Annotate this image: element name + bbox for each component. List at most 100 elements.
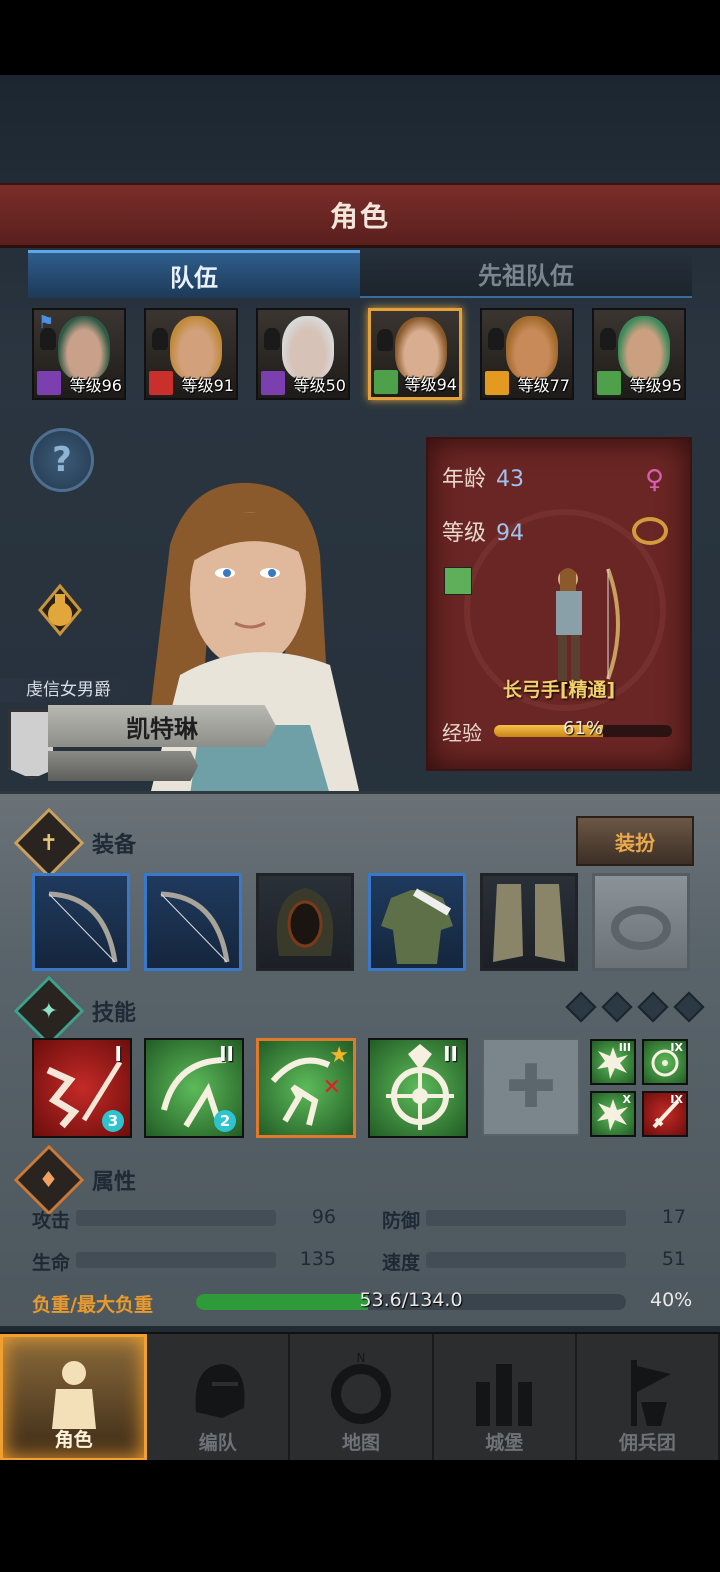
exp-percent: 61%	[562, 718, 603, 739]
hero-rank: 虔信女男爵	[0, 678, 150, 702]
skill-rank: II	[443, 1042, 458, 1066]
target-icon[interactable]: II	[368, 1038, 468, 1138]
skill-slot-diamond	[673, 991, 705, 1023]
nav-map[interactable]: N 地图	[290, 1334, 434, 1461]
nav-mercenary[interactable]: 佣兵团	[577, 1334, 720, 1461]
attack-value: 96	[311, 1206, 336, 1228]
nav-formation[interactable]: 编队	[147, 1334, 291, 1461]
stat-bar	[426, 1252, 626, 1268]
dress-up-button[interactable]: 装扮	[576, 816, 694, 866]
sword-icon[interactable]: IX	[642, 1091, 688, 1137]
party-member-portrait[interactable]: 等级95	[592, 308, 686, 400]
weight-percent: 40%	[650, 1289, 693, 1311]
silhouette-icon	[152, 328, 168, 350]
class-icon	[36, 370, 62, 396]
knight-icon	[51, 1361, 96, 1429]
equipment-title: 装备	[92, 833, 137, 858]
skill-rank: I	[114, 1042, 122, 1066]
attributes-section-icon: ♦	[13, 1144, 85, 1216]
burst-icon[interactable]: III	[590, 1039, 636, 1085]
empty-skill-slot[interactable]: ✚	[482, 1038, 580, 1136]
party-member-portrait[interactable]: 等级77	[480, 308, 574, 400]
skills-header: ✦ 技能	[13, 975, 136, 1047]
passive-rank: X	[622, 1093, 631, 1106]
help-button[interactable]: ?	[30, 428, 94, 492]
stat-label: 速度	[382, 1248, 420, 1275]
castle-icon	[476, 1364, 533, 1426]
hood-icon[interactable]	[256, 873, 354, 971]
stat-label: 防御	[382, 1206, 420, 1233]
stat-bar	[76, 1252, 276, 1268]
hero-face	[506, 316, 558, 380]
boots-icon[interactable]	[480, 873, 578, 971]
skill-slot-diamond	[637, 991, 669, 1023]
party-member-level: 等级96	[69, 376, 122, 395]
nav-label: 角色	[54, 1429, 93, 1451]
nav-label: 编队	[198, 1432, 237, 1454]
passive-rank: III	[618, 1041, 631, 1054]
hero-portrait	[150, 482, 360, 795]
archer-sprite	[543, 568, 620, 689]
page-title-bar: 角色	[0, 183, 720, 248]
ring-slot-icon[interactable]	[592, 873, 690, 971]
pierce-shot-icon[interactable]: ★ ✕	[256, 1038, 356, 1138]
hero-name-plate[interactable]: 凯特琳	[48, 705, 276, 747]
potion-icon[interactable]	[36, 582, 84, 638]
longbow-icon[interactable]	[32, 873, 130, 971]
svg-text:N: N	[357, 1352, 366, 1365]
burst-icon[interactable]: X	[590, 1091, 636, 1137]
class-icon	[148, 370, 174, 396]
party-member-portrait[interactable]: 等级50	[256, 308, 350, 400]
party-member-level: 等级95	[629, 376, 682, 395]
tab-ancestor-party[interactable]: 先祖队伍	[360, 250, 692, 298]
nav-character[interactable]: 角色	[0, 1334, 148, 1461]
skill-slot-diamond	[601, 991, 633, 1023]
stat-label: 攻击	[32, 1206, 70, 1233]
bottom-bezel	[0, 1460, 720, 1572]
skill-charges: 2	[214, 1110, 236, 1132]
female-icon: ♀	[644, 465, 664, 495]
attributes-header: ♦ 属性	[13, 1144, 136, 1216]
level-value: 94	[496, 521, 525, 546]
tunic-icon[interactable]	[368, 873, 466, 971]
skill-charges: 3	[102, 1110, 124, 1132]
cross-mark-icon: ✕	[322, 1075, 341, 1100]
party-member-portrait[interactable]: ⚑ 等级96	[32, 308, 126, 400]
stat-bar	[426, 1210, 626, 1226]
weight-value: 53.6/134.0	[359, 1289, 463, 1311]
nav-label: 城堡	[485, 1432, 524, 1454]
party-portraits: ⚑ 等级96 等级91 等级50 等级94 等级77 等级95	[32, 308, 692, 404]
level-label: 等级	[442, 521, 487, 546]
stat-bar	[76, 1210, 276, 1226]
ring-icon[interactable]	[632, 517, 668, 545]
longbow-icon[interactable]	[144, 873, 242, 971]
party-member-level: 等级94	[404, 375, 457, 394]
party-member-level: 等级50	[293, 376, 346, 395]
nav-castle[interactable]: 城堡	[434, 1334, 577, 1461]
attack-label: 攻击	[32, 1210, 71, 1232]
crosshair-icon[interactable]: IX	[642, 1039, 688, 1085]
silhouette-icon	[264, 328, 280, 350]
health-value: 135	[299, 1248, 336, 1270]
age-row: 年龄 43	[442, 461, 524, 493]
class-icon	[260, 370, 286, 396]
party-member-portrait[interactable]: 等级91	[144, 308, 238, 400]
age-value: 43	[496, 467, 525, 492]
hero-face	[58, 316, 110, 380]
shoot-arrow-icon[interactable]: I 3	[32, 1038, 132, 1138]
skill-rank: II	[219, 1042, 234, 1066]
longbow-class-icon[interactable]	[444, 567, 472, 595]
page-title: 角色	[329, 200, 390, 233]
defense-label: 防御	[382, 1210, 421, 1232]
equipment-section-icon: ✝	[13, 807, 85, 879]
speed-value: 51	[661, 1248, 686, 1270]
compass-map-icon: N	[331, 1352, 391, 1424]
party-member-level: 等级91	[181, 376, 234, 395]
party-member-portrait[interactable]: 等级94	[368, 308, 462, 400]
hero-face	[618, 316, 670, 380]
health-label: 生命	[32, 1252, 71, 1274]
hero-face	[282, 316, 334, 380]
star-icon: ★	[329, 1043, 349, 1068]
volley-icon[interactable]: II 2	[144, 1038, 244, 1138]
tab-party[interactable]: 队伍	[28, 250, 360, 298]
